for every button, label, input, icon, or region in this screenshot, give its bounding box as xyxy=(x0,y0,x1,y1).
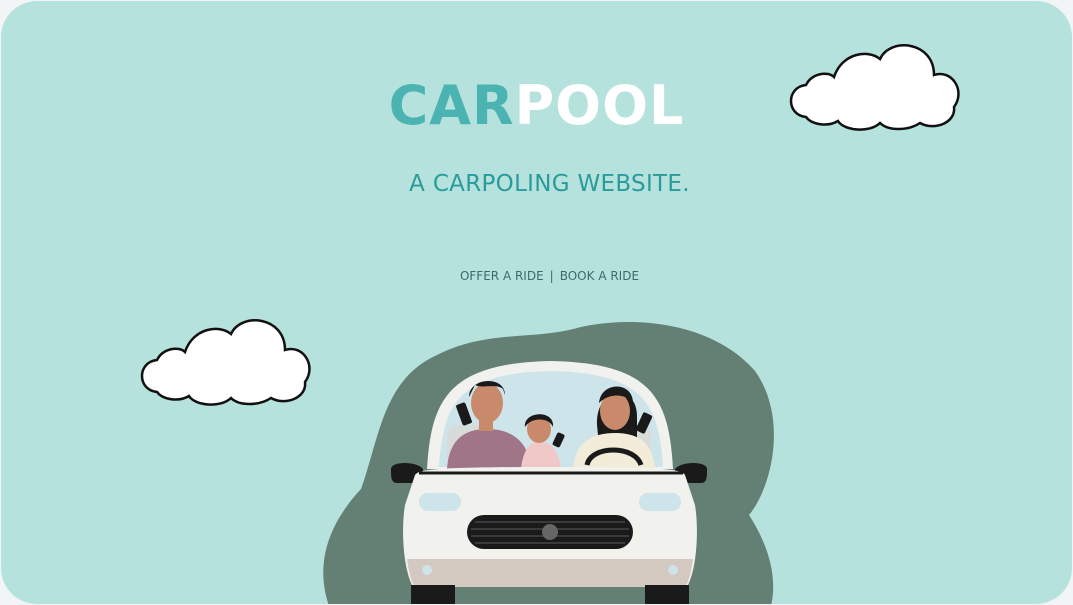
car-with-family-illustration xyxy=(323,322,774,604)
right-headlight xyxy=(639,493,681,511)
left-headlight xyxy=(419,493,461,511)
tagline: A CARPOLING WEBSITE. xyxy=(409,171,690,197)
left-wheel xyxy=(411,585,455,604)
hero-frame: CARPOOL A CARPOLING WEBSITE. OFFER A RID… xyxy=(1,1,1072,604)
nav-separator: | xyxy=(549,269,554,283)
right-wheel xyxy=(645,585,689,604)
ride-nav: OFFER A RIDE | BOOK A RIDE xyxy=(1,269,1072,283)
logo-car-text: CAR xyxy=(388,74,515,137)
bumper xyxy=(407,559,693,587)
cloud-icon xyxy=(140,319,311,406)
offer-ride-link[interactable]: OFFER A RIDE xyxy=(460,269,544,283)
carpool-logo: CARPOOL xyxy=(1,75,1072,137)
logo-pool-text: POOL xyxy=(514,74,685,137)
book-ride-link[interactable]: BOOK A RIDE xyxy=(560,269,639,283)
